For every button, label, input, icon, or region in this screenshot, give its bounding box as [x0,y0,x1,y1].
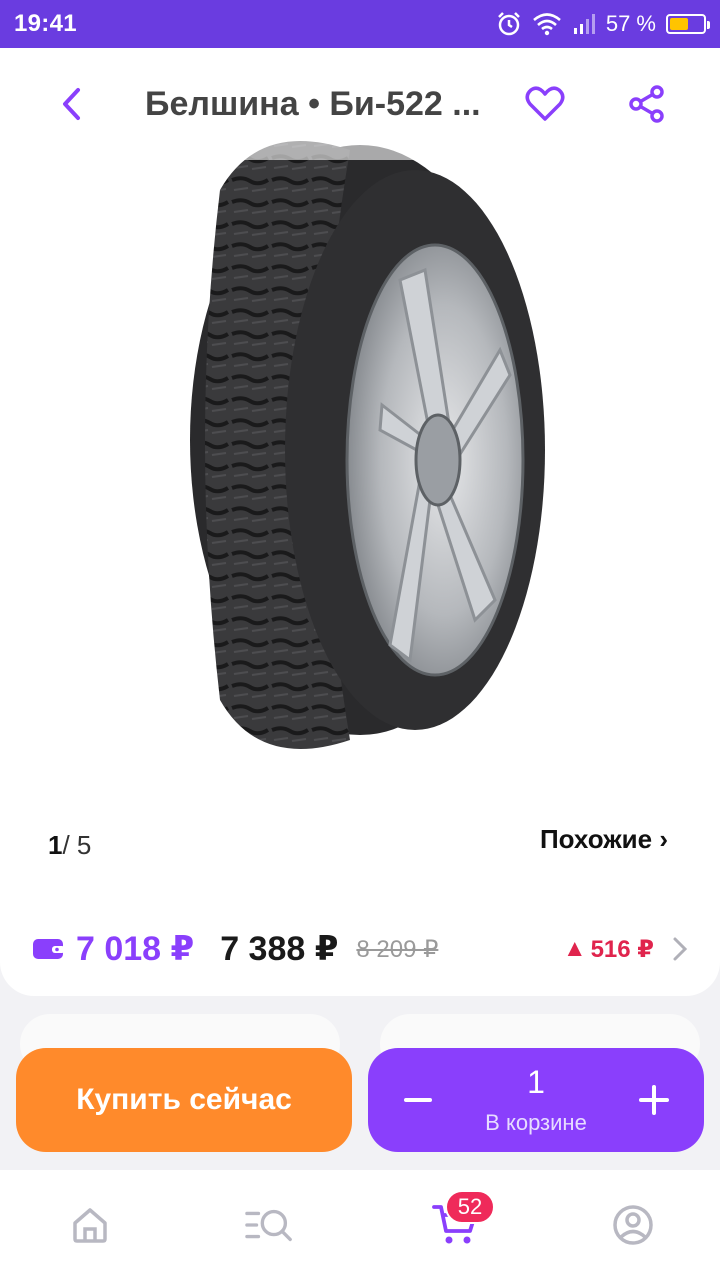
catalog-search-icon [245,1209,292,1242]
alarm-icon [497,12,520,36]
chevron-right-icon [672,935,692,963]
cart-count-badge: 52 [445,1190,495,1224]
battery-percent: 57 % [605,11,656,36]
back-icon [63,88,80,120]
increase-quantity-button[interactable] [632,1078,676,1122]
price-change-value: 516 ₽ [590,935,654,963]
nav-catalog[interactable] [245,1200,295,1250]
wallet-price: 7 018 ₽ [76,930,195,968]
old-price: 8 209 ₽ [356,935,439,963]
gallery-pager: 1/ 5 [48,830,91,861]
back-button[interactable] [52,82,92,126]
page-title: Белшина • Би-522 ... [145,85,481,123]
status-bar: 19:41 57 % [0,0,720,48]
tire-image [150,130,570,749]
nav-home[interactable] [65,1200,115,1250]
product-gallery[interactable] [0,130,720,830]
status-time: 19:41 [14,10,77,37]
home-icon [73,1208,107,1243]
buy-now-button[interactable]: Купить сейчас [16,1048,352,1152]
status-icons: 57 % [496,11,710,37]
price-row[interactable]: 7 018 ₽ 7 388 ₽ 8 209 ₽ ▲ 516 ₽ [32,925,692,973]
nav-profile[interactable] [608,1200,658,1250]
similar-link[interactable]: Похожие › [540,824,668,855]
favorite-button[interactable] [522,82,568,126]
price-change: ▲ 516 ₽ [563,935,654,964]
pager-current: 1 [48,830,63,860]
pager-total: / 5 [62,830,92,860]
top-app-bar: Белшина • Би-522 ... [0,48,720,160]
bottom-navigation [0,1170,720,1280]
regular-price: 7 388 ₽ [220,930,339,968]
price-up-arrow-icon: ▲ [562,935,587,962]
wifi-icon [533,13,561,36]
signal-icon [573,14,595,34]
heart-icon [525,86,565,121]
wallet-icon [33,939,65,959]
cart-quantity-control: 1 В корзине [368,1048,704,1152]
share-button[interactable] [624,82,670,126]
battery-icon [666,14,710,34]
profile-icon [613,1205,653,1245]
share-icon [629,85,664,123]
plus-icon [639,1085,669,1115]
